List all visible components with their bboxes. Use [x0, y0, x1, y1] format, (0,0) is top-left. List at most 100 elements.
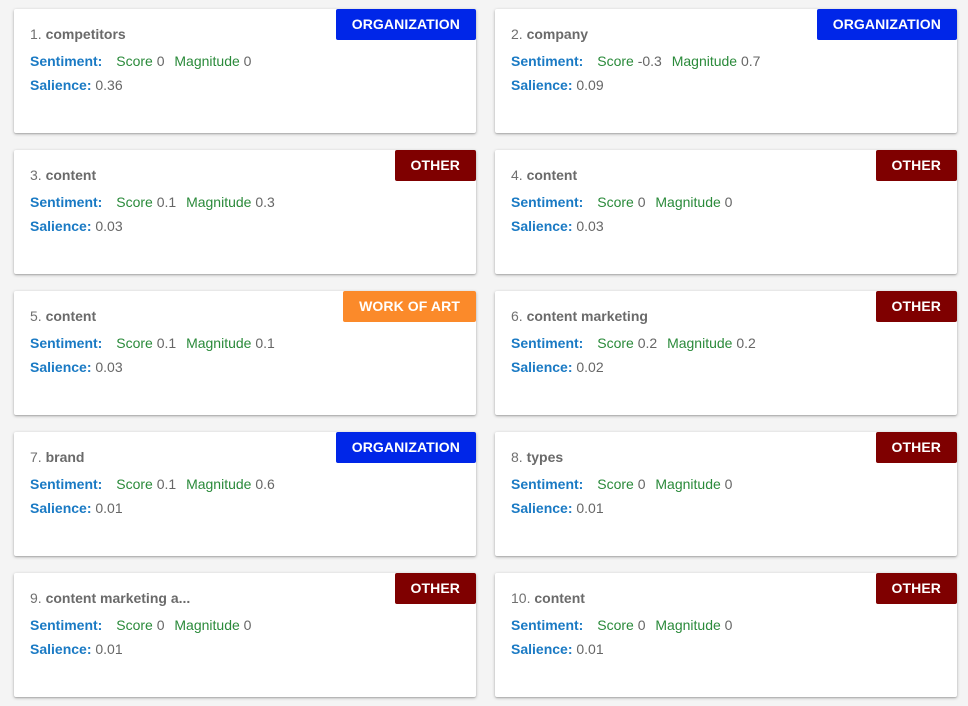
sentiment-row: Sentiment: Score -0.3 Magnitude 0.7: [511, 53, 760, 69]
score-label: Score: [116, 194, 153, 210]
sentiment-label: Sentiment:: [511, 476, 584, 492]
salience-label: Salience:: [30, 500, 92, 516]
salience-value: 0.36: [95, 77, 123, 93]
entity-name: content: [45, 167, 97, 183]
sentiment-row: Sentiment: Score 0 Magnitude 0: [511, 194, 732, 210]
magnitude-value: 0.7: [741, 53, 761, 69]
sentiment-label: Sentiment:: [30, 335, 103, 351]
salience-label: Salience:: [30, 359, 92, 375]
magnitude-value: 0: [724, 617, 733, 633]
entity-title: 9. content marketing a...: [30, 590, 190, 606]
magnitude-label: Magnitude: [655, 617, 721, 633]
entity-index: 2.: [511, 26, 523, 42]
entity-title: 5. content: [30, 308, 96, 324]
sentiment-label: Sentiment:: [511, 53, 584, 69]
entity-index: 9.: [30, 590, 42, 606]
salience-value: 0.03: [95, 218, 123, 234]
entity-name: content marketing a...: [45, 590, 191, 606]
entity-name: brand: [45, 449, 85, 465]
entity-grid: ORGANIZATION 1. competitors Sentiment: S…: [0, 0, 968, 706]
entity-type-badge: OTHER: [394, 573, 476, 604]
entity-title: 2. company: [511, 26, 588, 42]
magnitude-label: Magnitude: [671, 53, 738, 69]
salience-row: Salience: 0.03: [30, 218, 123, 234]
entity-index: 5.: [30, 308, 42, 324]
entity-type-badge: OTHER: [875, 291, 957, 322]
magnitude-label: Magnitude: [174, 617, 240, 633]
salience-label: Salience:: [30, 77, 92, 93]
entity-card-3: OTHER 3. content Sentiment: Score 0.1 Ma…: [14, 150, 476, 274]
entity-card-9: OTHER 9. content marketing a... Sentimen…: [14, 573, 476, 697]
salience-row: Salience: 0.36: [30, 77, 123, 93]
entity-index: 4.: [511, 167, 523, 183]
score-value: 0: [156, 53, 165, 69]
entity-name: content marketing: [526, 308, 648, 324]
entity-title: 8. types: [511, 449, 563, 465]
salience-value: 0.01: [95, 641, 123, 657]
score-value: 0.1: [156, 335, 177, 351]
sentiment-row: Sentiment: Score 0 Magnitude 0: [30, 53, 251, 69]
sentiment-row: Sentiment: Score 0 Magnitude 0: [30, 617, 251, 633]
entity-type-badge: OTHER: [875, 573, 957, 604]
score-label: Score: [597, 476, 634, 492]
salience-row: Salience: 0.01: [511, 500, 604, 516]
salience-label: Salience:: [30, 641, 92, 657]
sentiment-label: Sentiment:: [30, 194, 103, 210]
sentiment-label: Sentiment:: [511, 335, 584, 351]
entity-card-6: OTHER 6. content marketing Sentiment: Sc…: [495, 291, 957, 415]
score-value: 0: [156, 617, 165, 633]
entity-type-badge: OTHER: [394, 150, 476, 181]
sentiment-label: Sentiment:: [511, 617, 584, 633]
entity-title: 7. brand: [30, 449, 84, 465]
sentiment-label: Sentiment:: [30, 53, 103, 69]
entity-title: 10. content: [511, 590, 585, 606]
entity-name: content: [526, 167, 578, 183]
entity-name: company: [526, 26, 589, 42]
entity-card-2: ORGANIZATION 2. company Sentiment: Score…: [495, 9, 957, 133]
salience-value: 0.03: [576, 218, 604, 234]
magnitude-label: Magnitude: [186, 476, 252, 492]
magnitude-value: 0: [243, 53, 252, 69]
score-label: Score: [116, 476, 153, 492]
magnitude-label: Magnitude: [667, 335, 733, 351]
salience-value: 0.01: [576, 641, 604, 657]
sentiment-row: Sentiment: Score 0 Magnitude 0: [511, 476, 732, 492]
entity-name: types: [526, 449, 564, 465]
salience-label: Salience:: [511, 359, 573, 375]
salience-label: Salience:: [30, 218, 92, 234]
magnitude-label: Magnitude: [655, 476, 721, 492]
entity-type-badge: OTHER: [875, 150, 957, 181]
entity-type-badge: ORGANIZATION: [335, 9, 476, 40]
entity-title: 6. content marketing: [511, 308, 648, 324]
magnitude-label: Magnitude: [186, 194, 252, 210]
magnitude-value: 0: [724, 194, 733, 210]
score-label: Score: [116, 53, 153, 69]
salience-row: Salience: 0.09: [511, 77, 604, 93]
magnitude-label: Magnitude: [186, 335, 252, 351]
magnitude-value: 0: [724, 476, 733, 492]
entity-name: competitors: [45, 26, 126, 42]
salience-row: Salience: 0.01: [30, 641, 123, 657]
sentiment-row: Sentiment: Score 0.1 Magnitude 0.1: [30, 335, 275, 351]
magnitude-value: 0.1: [255, 335, 275, 351]
entity-card-7: ORGANIZATION 7. brand Sentiment: Score 0…: [14, 432, 476, 556]
score-value: 0: [637, 617, 646, 633]
salience-label: Salience:: [511, 500, 573, 516]
sentiment-row: Sentiment: Score 0 Magnitude 0: [511, 617, 732, 633]
score-value: 0.2: [637, 335, 658, 351]
score-label: Score: [116, 335, 153, 351]
score-value: -0.3: [637, 53, 662, 69]
entity-index: 3.: [30, 167, 42, 183]
entity-title: 1. competitors: [30, 26, 126, 42]
salience-value: 0.01: [576, 500, 604, 516]
score-label: Score: [116, 617, 153, 633]
salience-label: Salience:: [511, 641, 573, 657]
entity-type-badge: OTHER: [875, 432, 957, 463]
entity-index: 8.: [511, 449, 523, 465]
entity-index: 10.: [511, 590, 531, 606]
score-label: Score: [597, 194, 634, 210]
magnitude-value: 0.3: [255, 194, 275, 210]
entity-index: 1.: [30, 26, 42, 42]
entity-type-badge: ORGANIZATION: [816, 9, 957, 40]
score-value: 0: [637, 476, 646, 492]
